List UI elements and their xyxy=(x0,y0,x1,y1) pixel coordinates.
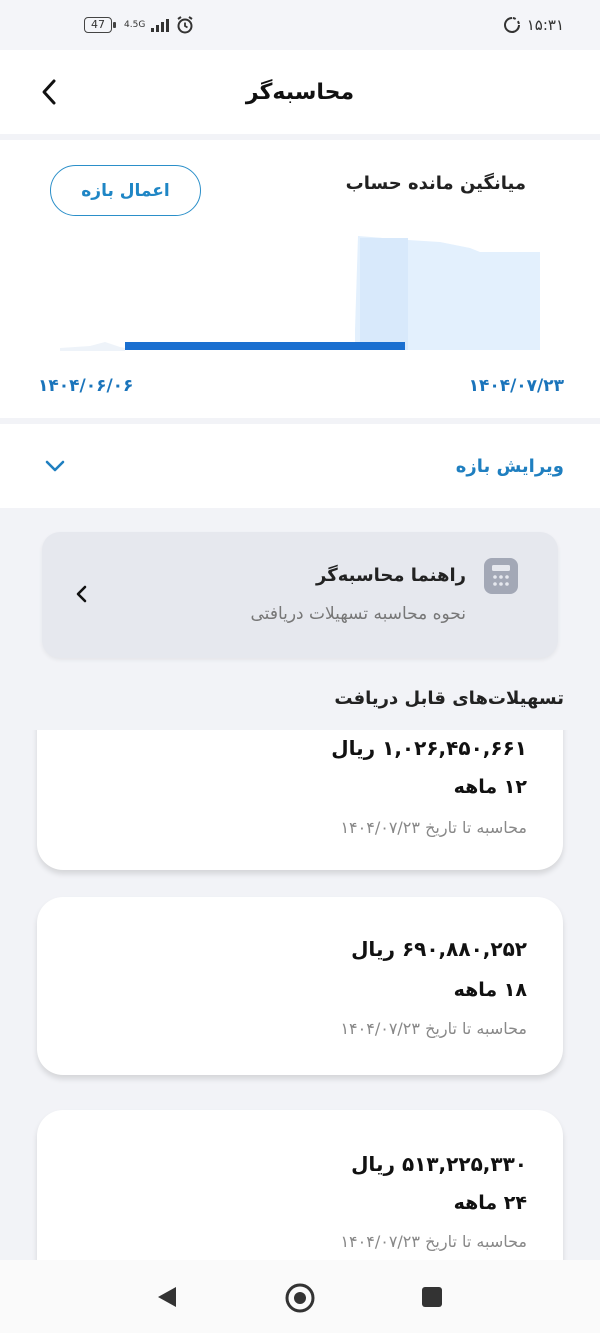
loan-card[interactable]: ۵۱۳,۲۲۵,۳۳۰ ریال ۲۴ ماهه محاسبه تا تاریخ… xyxy=(37,1110,563,1260)
loan-term: ۲۴ ماهه xyxy=(453,1192,527,1214)
square-recents-icon xyxy=(422,1287,442,1307)
chart-area-left xyxy=(60,342,125,351)
loan-amount: ۵۱۳,۲۲۵,۳۳۰ ریال xyxy=(351,1152,527,1176)
sync-icon xyxy=(503,17,520,33)
range-start-date: ۱۴۰۴/۰۶/۰۶ xyxy=(38,376,134,396)
signal-icon xyxy=(151,18,170,32)
status-bar: 47 4.5G ۱۵:۳۱ xyxy=(0,0,600,50)
status-indicators: 47 4.5G xyxy=(84,15,195,35)
chevron-left-icon xyxy=(42,79,56,105)
status-time-group: ۱۵:۳۱ xyxy=(503,16,564,34)
network-type: 4.5G xyxy=(124,19,146,30)
alarm-icon xyxy=(177,16,193,34)
back-button[interactable] xyxy=(34,76,64,108)
loan-date-note: محاسبه تا تاریخ ۱۴۰۴/۰۷/۲۳ xyxy=(340,818,527,837)
edit-range-toggle[interactable]: ویرایش بازه xyxy=(0,424,600,508)
chevron-down-icon xyxy=(45,460,65,472)
range-end-date: ۱۴۰۴/۰۷/۲۳ xyxy=(468,376,564,396)
loan-card[interactable]: ۱,۰۲۶,۴۵۰,۶۶۱ ریال ۱۲ ماهه محاسبه تا تار… xyxy=(37,730,563,870)
system-nav-bar xyxy=(0,1260,600,1333)
loan-term: ۱۸ ماهه xyxy=(453,979,527,1001)
triangle-back-icon xyxy=(158,1287,176,1307)
loan-date-note: محاسبه تا تاریخ ۱۴۰۴/۰۷/۲۳ xyxy=(340,1232,527,1251)
guide-title: راهنما محاسبه‌گر xyxy=(316,565,466,586)
loans-list[interactable]: ۱,۰۲۶,۴۵۰,۶۶۱ ریال ۱۲ ماهه محاسبه تا تار… xyxy=(0,730,600,1260)
balance-chart-card: میانگین مانده حساب اعمال بازه ۱۴۰۴/۰۶/۰۶… xyxy=(0,140,600,418)
chart-area-highlight xyxy=(360,238,408,350)
chevron-left-icon xyxy=(76,585,87,603)
home-circle-icon xyxy=(285,1283,315,1313)
edit-range-label: ویرایش بازه xyxy=(455,455,564,477)
balance-chart[interactable] xyxy=(0,230,600,360)
clock: ۱۵:۳۱ xyxy=(526,16,564,34)
nav-recents-button[interactable] xyxy=(421,1286,443,1312)
apply-range-button[interactable]: اعمال بازه xyxy=(50,165,201,216)
loan-date-note: محاسبه تا تاریخ ۱۴۰۴/۰۷/۲۳ xyxy=(340,1019,527,1038)
loan-amount: ۶۹۰,۸۸۰,۲۵۲ ریال xyxy=(351,937,527,961)
nav-home-button[interactable] xyxy=(283,1281,317,1319)
calculator-guide-card[interactable]: راهنما محاسبه‌گر نحوه محاسبه تسهیلات دری… xyxy=(42,532,558,658)
loan-term: ۱۲ ماهه xyxy=(453,776,527,798)
loan-amount: ۱,۰۲۶,۴۵۰,۶۶۱ ریال xyxy=(331,736,527,760)
app-header: محاسبه‌گر xyxy=(0,50,600,134)
chart-title: میانگین مانده حساب xyxy=(345,173,526,194)
loans-section-title: تسهیلات‌های قابل دریافت xyxy=(334,688,564,709)
guide-subtitle: نحوه محاسبه تسهیلات دریافتی xyxy=(250,604,466,624)
page-title: محاسبه‌گر xyxy=(245,79,355,105)
battery-indicator: 47 xyxy=(84,17,116,33)
nav-back-button[interactable] xyxy=(154,1284,180,1314)
calculator-icon xyxy=(484,558,518,594)
loan-card[interactable]: ۶۹۰,۸۸۰,۲۵۲ ریال ۱۸ ماهه محاسبه تا تاریخ… xyxy=(37,897,563,1075)
